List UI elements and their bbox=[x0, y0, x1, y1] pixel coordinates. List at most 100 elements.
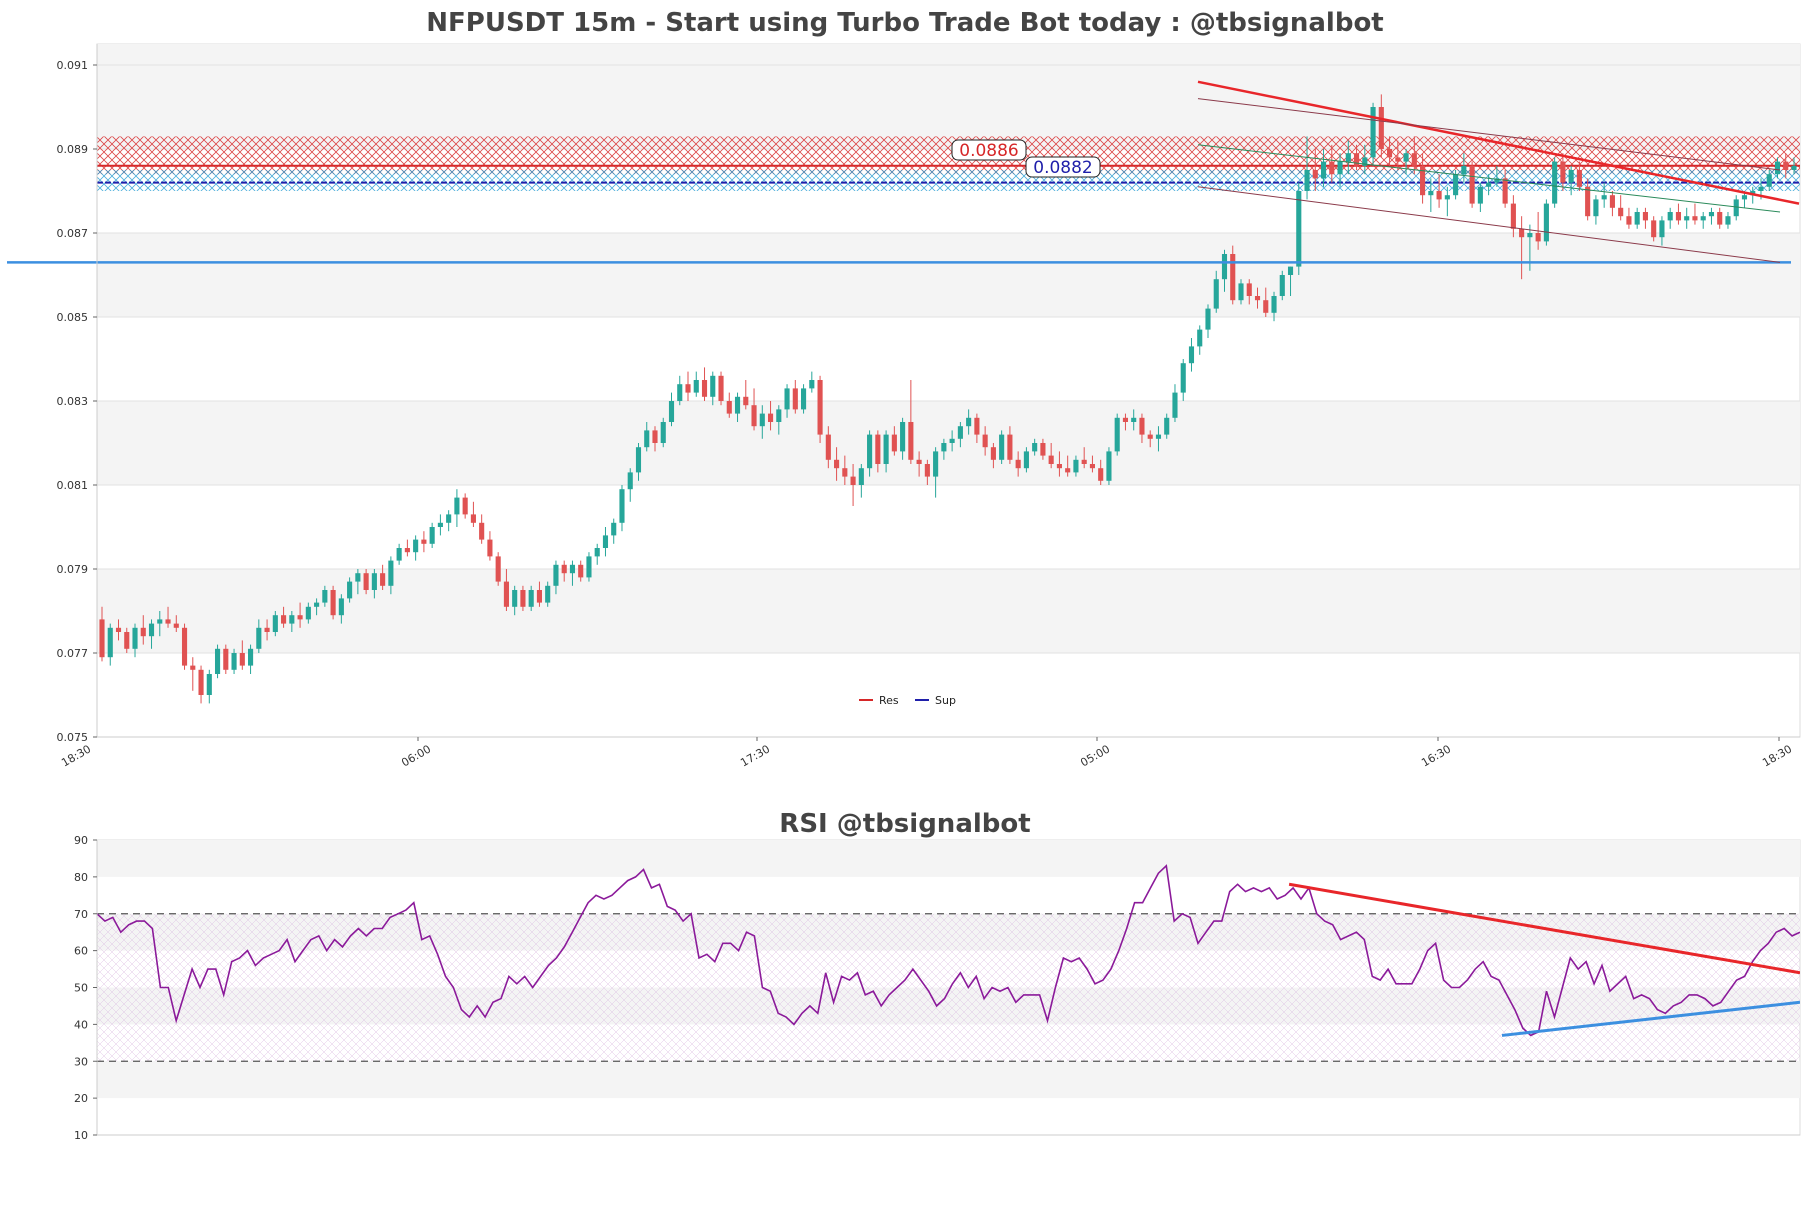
price-band bbox=[97, 233, 1800, 317]
candle-body bbox=[1378, 107, 1384, 149]
candle-body bbox=[767, 413, 774, 422]
candle-body bbox=[1667, 212, 1673, 221]
candle-body bbox=[1403, 153, 1409, 162]
candle-body bbox=[900, 422, 906, 452]
candle-body bbox=[990, 447, 996, 460]
price-y-tick-label: 0.083 bbox=[57, 395, 89, 408]
candle-body bbox=[231, 653, 237, 670]
candle-body bbox=[487, 539, 493, 557]
candle-body bbox=[503, 581, 509, 607]
candle-body bbox=[891, 434, 897, 452]
candle-body bbox=[437, 522, 443, 527]
candle-body bbox=[1609, 195, 1615, 208]
candle-body bbox=[1601, 195, 1607, 200]
candle-body bbox=[668, 401, 675, 422]
rsi-neutral-zone bbox=[97, 913, 1800, 1062]
price-y-tick-label: 0.089 bbox=[57, 143, 89, 156]
candle-body bbox=[404, 548, 410, 553]
resistance-label-text: 0.0886 bbox=[959, 141, 1018, 161]
candle-body bbox=[1717, 212, 1723, 225]
price-y-tick-label: 0.087 bbox=[57, 227, 89, 240]
candle-body bbox=[594, 548, 600, 557]
candle-body bbox=[248, 648, 254, 666]
rsi-y-tick-label: 40 bbox=[74, 1018, 88, 1031]
candle-body bbox=[718, 375, 724, 401]
candle-body bbox=[825, 434, 831, 460]
rsi-band bbox=[97, 1061, 1800, 1099]
candle-body bbox=[1197, 329, 1203, 347]
candle-body bbox=[635, 447, 642, 473]
candle-body bbox=[470, 514, 476, 523]
candle-body bbox=[239, 653, 245, 666]
candle-body bbox=[1527, 233, 1533, 238]
candle-body bbox=[734, 396, 741, 414]
candle-body bbox=[363, 573, 369, 590]
candle-body bbox=[1411, 153, 1417, 166]
candle-body bbox=[611, 522, 617, 536]
candle-body bbox=[1139, 417, 1145, 435]
candle-body bbox=[701, 380, 708, 397]
candle-body bbox=[867, 434, 873, 469]
candle-body bbox=[1263, 300, 1269, 313]
candle-body bbox=[619, 489, 625, 523]
price-band bbox=[97, 44, 1800, 65]
candle-body bbox=[660, 422, 666, 443]
candle-body bbox=[1188, 346, 1195, 364]
candle-body bbox=[801, 388, 807, 410]
candle-body bbox=[454, 497, 460, 515]
candle-body bbox=[264, 627, 270, 632]
candle-body bbox=[809, 380, 815, 389]
candle-body bbox=[1766, 174, 1772, 187]
rsi-chart-title: RSI @tbsignalbot bbox=[779, 809, 1030, 839]
candle-body bbox=[1725, 216, 1731, 225]
candle-body bbox=[726, 401, 732, 414]
candle-body bbox=[999, 434, 1005, 460]
candle-body bbox=[602, 535, 609, 548]
candle-body bbox=[1675, 212, 1682, 221]
candle-body bbox=[858, 468, 864, 485]
candle-body bbox=[173, 623, 179, 628]
candle-body bbox=[380, 573, 386, 586]
candle-body bbox=[1477, 186, 1483, 204]
candle-body bbox=[1486, 182, 1492, 187]
candle-body bbox=[792, 388, 798, 410]
candle-body bbox=[569, 564, 576, 574]
candle-body bbox=[165, 619, 171, 624]
price-y-tick-label: 0.085 bbox=[57, 311, 89, 324]
candle-body bbox=[206, 674, 212, 695]
candle-body bbox=[115, 627, 122, 632]
candle-body bbox=[1461, 165, 1467, 175]
candle-body bbox=[1015, 459, 1021, 469]
candle-body bbox=[677, 384, 683, 401]
candle-body bbox=[1428, 191, 1434, 196]
rsi-y-tick-label: 60 bbox=[74, 945, 88, 958]
candle-body bbox=[1320, 161, 1327, 179]
candle-body bbox=[1453, 174, 1459, 196]
candle-body bbox=[1560, 161, 1566, 183]
candle-body bbox=[1221, 254, 1228, 280]
candle-body bbox=[842, 468, 848, 477]
rsi-y-tick-label: 50 bbox=[74, 982, 88, 995]
candle-body bbox=[966, 417, 972, 427]
candle-body bbox=[1048, 455, 1054, 464]
support-zone bbox=[97, 170, 1800, 191]
chart-svg: NFPUSDT 15m - Start using Turbo Trade Bo… bbox=[0, 0, 1811, 1208]
candle-body bbox=[421, 539, 427, 544]
candle-body bbox=[1271, 296, 1277, 313]
candle-body bbox=[1329, 161, 1335, 175]
candle-body bbox=[1395, 157, 1401, 162]
candle-body bbox=[685, 384, 691, 393]
candle-body bbox=[1122, 417, 1129, 422]
candle-body bbox=[1279, 275, 1285, 296]
legend-sup-label: Sup bbox=[935, 694, 956, 707]
rsi-band bbox=[97, 840, 1800, 877]
candle-body bbox=[1444, 195, 1450, 200]
candle-body bbox=[1312, 170, 1318, 179]
candle-body bbox=[462, 497, 468, 515]
candle-body bbox=[1147, 434, 1153, 439]
rsi-y-tick-label: 90 bbox=[74, 834, 88, 847]
candle-body bbox=[536, 590, 543, 603]
candle-body bbox=[289, 615, 295, 624]
candle-body bbox=[1164, 417, 1170, 435]
candle-body bbox=[1618, 207, 1624, 217]
